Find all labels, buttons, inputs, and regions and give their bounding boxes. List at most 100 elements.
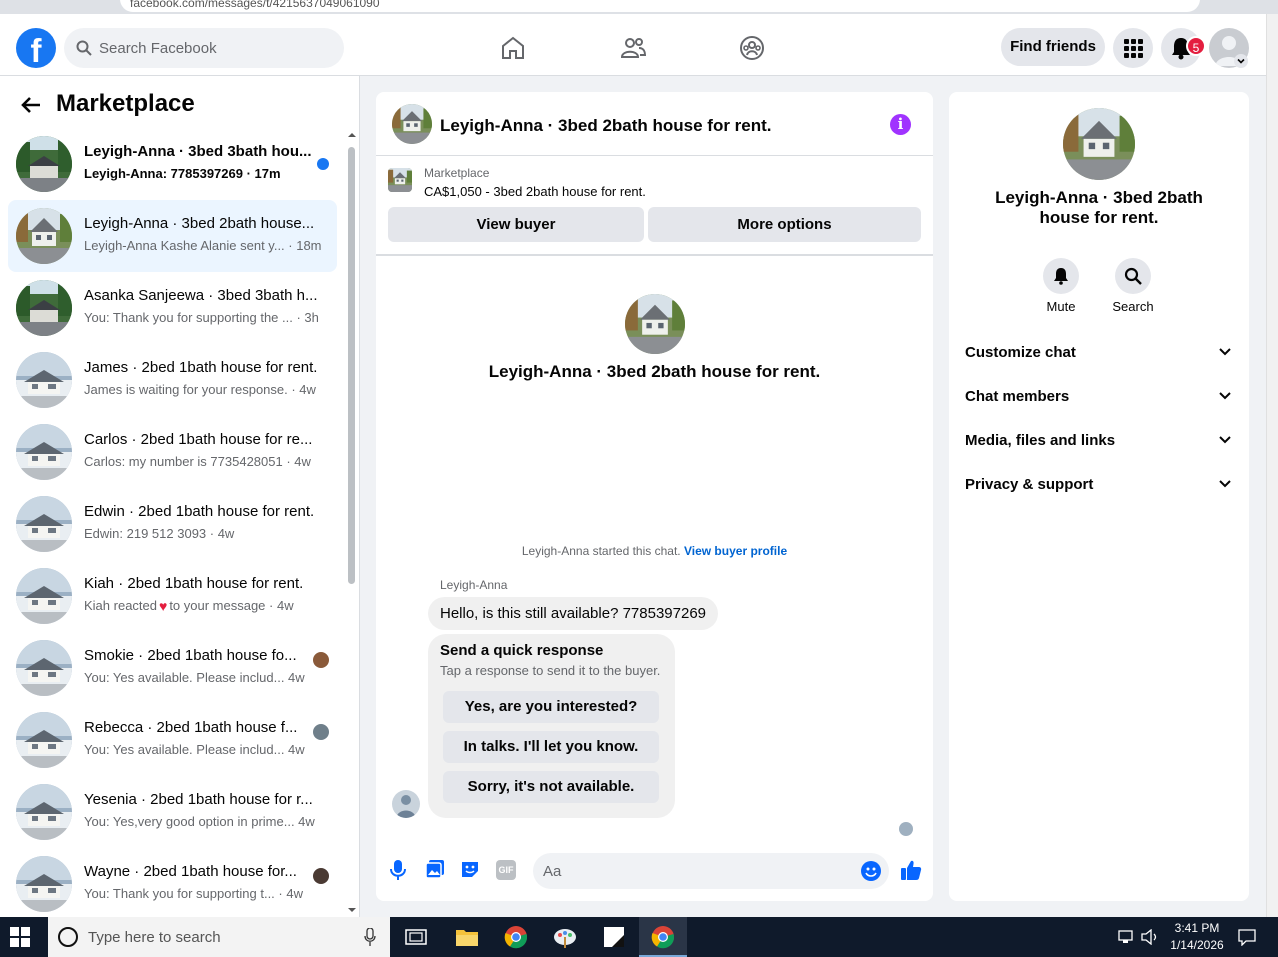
started-text: Leyigh-Anna started this chat. (521, 544, 681, 558)
buyer-avatar[interactable] (392, 790, 420, 818)
scroll-up-arrow-icon[interactable] (348, 131, 356, 139)
taskbar-search-input[interactable] (88, 917, 348, 957)
conversation-row[interactable]: Kiah · 2bed 1bath house for rent. Kiah r… (8, 560, 337, 632)
windows-start-icon[interactable] (10, 927, 30, 947)
incoming-message[interactable]: Hello, is this still available? 77853972… (428, 597, 719, 630)
read-receipt-avatar (313, 868, 329, 884)
inbox-title: Marketplace (56, 90, 195, 117)
quick-response-button[interactable]: Yes, are you interested? (443, 691, 659, 723)
task-view-icon[interactable] (405, 928, 427, 946)
search-label: Search (1112, 299, 1154, 314)
gif-icon[interactable]: GIF (496, 860, 516, 880)
browser-address-bar: facebook.com/messages/t/4215637049061090 (0, 0, 1278, 14)
find-friends-button[interactable]: Find friends (1001, 28, 1105, 66)
section-label: Chat members (965, 388, 1070, 405)
search-box[interactable] (64, 28, 344, 68)
inbox-scrollbar[interactable] (347, 131, 357, 917)
listing-thumbnail (16, 568, 72, 624)
listing-thumbnail (16, 496, 72, 552)
conversation-row-active[interactable]: Leyigh-Anna · 3bed 2bath house... Leyigh… (8, 200, 337, 272)
thumbs-up-icon[interactable] (900, 859, 922, 881)
facebook-top-bar: f Find friends 5 (0, 14, 1266, 76)
conversation-row[interactable]: Carlos · 2bed 1bath house for re... Carl… (8, 416, 337, 488)
sticky-notes-app[interactable] (590, 917, 638, 957)
search-conversation-button[interactable]: Search (1103, 258, 1163, 314)
listing-thumbnail (16, 136, 72, 192)
search-input[interactable] (99, 28, 334, 68)
groups-icon[interactable] (738, 34, 766, 62)
page-scrollbar[interactable] (1266, 14, 1278, 917)
privacy-support-section[interactable]: Privacy & support (965, 466, 1233, 506)
section-label: Customize chat (965, 344, 1076, 361)
conversation-row[interactable]: Wayne · 2bed 1bath house for... You: Tha… (8, 848, 337, 917)
customize-chat-section[interactable]: Customize chat (965, 334, 1233, 374)
conversation-title: Edwin · 2bed 1bath house for rent. (84, 503, 315, 520)
account-chevron-icon[interactable] (1234, 54, 1248, 68)
chat-title[interactable]: Leyigh-Anna · 3bed 2bath house for rent. (440, 116, 772, 136)
listing-price-title[interactable]: CA$1,050 - 3bed 2bath house for rent. (424, 184, 646, 199)
listing-thumbnail (388, 168, 412, 192)
conversation-title: Smokie · 2bed 1bath house fo... (84, 647, 297, 664)
volume-icon[interactable] (1141, 929, 1159, 945)
conversation-title: James · 2bed 1bath house for rent. (84, 359, 318, 376)
more-options-button[interactable]: More options (648, 207, 921, 242)
sticker-icon[interactable] (460, 859, 480, 879)
conversation-row[interactable]: Asanka Sanjeewa · 3bed 3bath h... You: T… (8, 272, 337, 344)
home-icon[interactable] (499, 34, 527, 62)
chrome-app[interactable] (492, 917, 540, 957)
facebook-logo[interactable]: f (16, 28, 56, 68)
microphone-icon[interactable] (364, 928, 376, 946)
scrollbar-thumb[interactable] (348, 147, 355, 584)
chat-listing-avatar[interactable] (392, 104, 432, 144)
network-icon[interactable] (1118, 929, 1136, 945)
chrome-app-active[interactable] (639, 917, 687, 957)
cortana-circle-icon (58, 927, 78, 947)
quick-response-button[interactable]: In talks. I'll let you know. (443, 731, 659, 763)
menu-grid-icon (1124, 39, 1143, 58)
chat-details-panel: Leyigh-Anna · 3bed 2bath house for rent.… (949, 92, 1249, 901)
photo-icon[interactable] (425, 859, 445, 879)
conversation-row[interactable]: Smokie · 2bed 1bath house fo... You: Yes… (8, 632, 337, 704)
conversation-title: Wayne · 2bed 1bath house for... (84, 863, 297, 880)
file-explorer-app[interactable] (443, 917, 491, 957)
view-buyer-profile-link[interactable]: View buyer profile (684, 544, 787, 558)
listing-thumbnail (16, 712, 72, 768)
message-input-box[interactable] (533, 853, 889, 889)
media-files-links-section[interactable]: Media, files and links (965, 422, 1233, 462)
emoji-icon[interactable] (861, 861, 881, 881)
info-icon[interactable]: i (890, 114, 911, 135)
system-clock[interactable]: 3:41 PM 1/14/2026 (1160, 920, 1234, 954)
listing-thumbnail (16, 280, 72, 336)
microphone-icon[interactable] (390, 859, 406, 881)
conversation-preview: You: Yes,very good option in prime... 4w (84, 814, 315, 829)
url-field[interactable]: facebook.com/messages/t/4215637049061090 (120, 0, 1200, 12)
conversation-preview: Kiah reacted ♥ to your message · 4w (84, 598, 294, 614)
conversation-row[interactable]: Edwin · 2bed 1bath house for rent. Edwin… (8, 488, 337, 560)
conversation-preview: Leyigh-Anna: 7785397269 · 17m (84, 166, 281, 181)
mute-button[interactable]: Mute (1031, 258, 1091, 314)
paint-app[interactable] (541, 917, 589, 957)
chat-cover-avatar (625, 294, 685, 354)
conversation-preview: You: Yes available. Please includ... 4w (84, 742, 305, 757)
conversation-row[interactable]: Yesenia · 2bed 1bath house for r... You:… (8, 776, 337, 848)
preview-text: to your message · 4w (169, 598, 294, 613)
taskbar-search[interactable] (48, 917, 390, 957)
conversation-row[interactable]: Leyigh-Anna · 3bed 3bath hou... Leyigh-A… (8, 128, 337, 200)
menu-button[interactable] (1113, 28, 1153, 68)
conversation-title: Carlos · 2bed 1bath house for re... (84, 431, 313, 448)
conversation-row[interactable]: Rebecca · 2bed 1bath house f... You: Yes… (8, 704, 337, 776)
chevron-down-icon (1219, 480, 1231, 488)
chat-members-section[interactable]: Chat members (965, 378, 1233, 418)
action-center-icon[interactable] (1238, 928, 1256, 946)
scroll-down-arrow-icon[interactable] (348, 906, 356, 914)
quick-response-button[interactable]: Sorry, it's not available. (443, 771, 659, 803)
message-composer: GIF (376, 847, 933, 895)
conversation-row[interactable]: James · 2bed 1bath house for rent. James… (8, 344, 337, 416)
view-buyer-button[interactable]: View buyer (388, 207, 644, 242)
listing-thumbnail (16, 424, 72, 480)
message-input[interactable] (543, 853, 843, 889)
back-arrow-icon[interactable] (20, 94, 42, 116)
marketplace-inbox: Marketplace Leyigh-Anna · 3bed 3bath hou… (0, 76, 360, 917)
chat-window: Leyigh-Anna · 3bed 2bath house for rent.… (376, 92, 933, 901)
friends-icon[interactable] (619, 34, 647, 62)
